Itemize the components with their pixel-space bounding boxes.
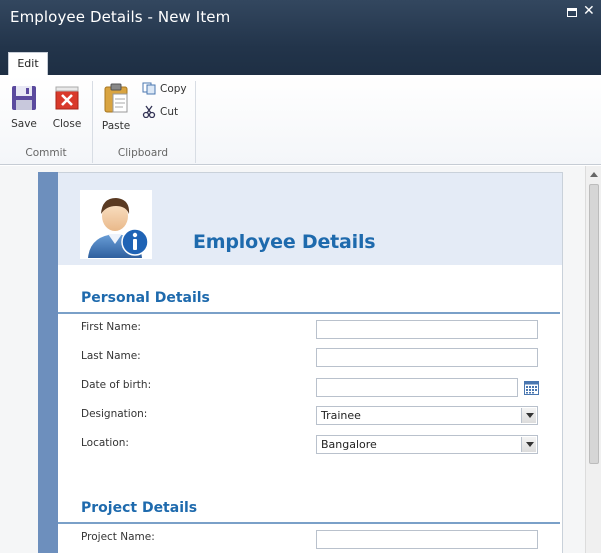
section-title-personal: Personal Details — [81, 290, 210, 306]
chevron-down-icon[interactable] — [521, 408, 536, 423]
section-divider — [58, 312, 560, 314]
first-name-input[interactable] — [316, 320, 538, 339]
last-name-input[interactable] — [316, 348, 538, 367]
clipboard-group-label: Clipboard — [117, 147, 169, 159]
tab-edit[interactable]: Edit — [8, 52, 48, 75]
location-select[interactable]: Bangalore — [316, 435, 538, 454]
form-left-accent-bar — [38, 172, 58, 553]
dob-input[interactable] — [316, 378, 518, 397]
project-name-label: Project Name: — [81, 531, 155, 543]
window-title-bar: Employee Details - New Item ✕ — [0, 0, 601, 48]
close-button[interactable]: Close — [50, 84, 84, 130]
scrollbar-thumb[interactable] — [589, 184, 599, 464]
save-icon — [12, 86, 36, 110]
save-button[interactable]: Save — [8, 84, 40, 130]
close-window-icon[interactable]: ✕ — [583, 4, 595, 18]
scissors-icon — [142, 105, 156, 118]
paste-label: Paste — [101, 120, 131, 132]
commit-group-label: Commit — [25, 147, 67, 159]
designation-value: Trainee — [321, 409, 361, 422]
location-label: Location: — [81, 437, 129, 449]
ribbon-divider — [195, 81, 196, 163]
project-name-input[interactable] — [316, 530, 538, 549]
designation-label: Designation: — [81, 408, 148, 420]
maximize-icon[interactable] — [567, 8, 577, 17]
calendar-icon[interactable] — [524, 381, 539, 395]
section-divider — [58, 522, 560, 524]
paste-icon — [104, 83, 128, 113]
first-name-label: First Name: — [81, 321, 141, 333]
cut-label: Cut — [160, 105, 179, 118]
copy-icon — [142, 82, 156, 95]
scroll-up-icon[interactable] — [590, 172, 598, 177]
close-icon — [55, 86, 79, 110]
close-label: Close — [52, 118, 82, 130]
paste-button[interactable]: Paste — [100, 82, 132, 132]
dob-label: Date of birth: — [81, 379, 152, 391]
ribbon-tab-strip: Edit — [0, 48, 601, 75]
designation-select[interactable]: Trainee — [316, 406, 538, 425]
copy-button[interactable]: Copy — [142, 82, 187, 95]
save-label: Save — [11, 118, 37, 130]
chevron-down-icon[interactable] — [521, 437, 536, 452]
vertical-scrollbar[interactable] — [585, 166, 601, 553]
copy-label: Copy — [160, 82, 187, 95]
last-name-label: Last Name: — [81, 350, 141, 362]
employee-info-icon — [88, 198, 149, 258]
ribbon: Save Close Commit Paste Copy Cut Clipboa… — [0, 75, 601, 165]
section-title-project: Project Details — [81, 500, 198, 516]
location-value: Bangalore — [321, 438, 377, 451]
window-title: Employee Details - New Item — [10, 8, 231, 26]
cut-button[interactable]: Cut — [142, 105, 178, 118]
employee-avatar — [80, 190, 152, 259]
ribbon-divider — [92, 81, 93, 163]
form-title: Employee Details — [193, 231, 376, 253]
